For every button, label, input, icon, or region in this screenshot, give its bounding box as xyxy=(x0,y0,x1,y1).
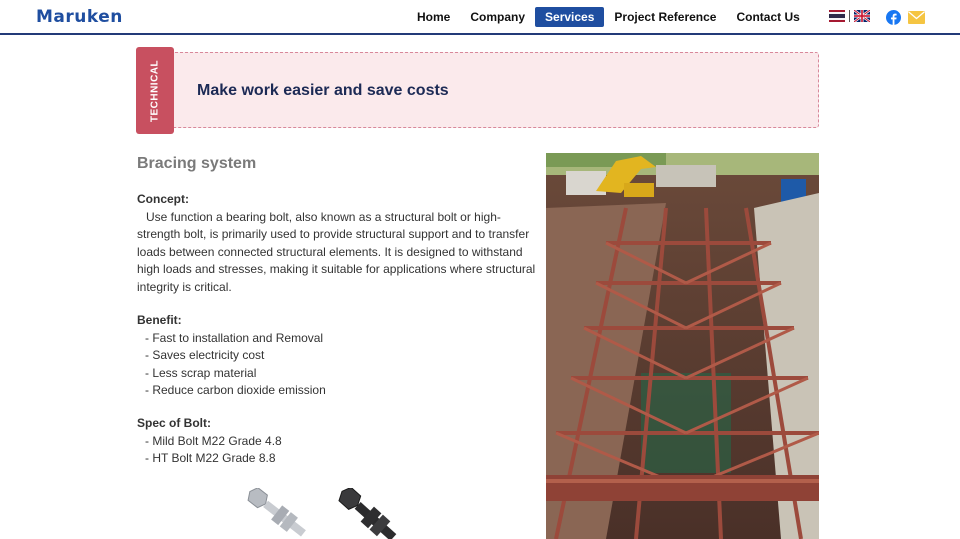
spec-item: - HT Bolt M22 Grade 8.8 xyxy=(145,451,276,465)
facebook-icon[interactable] xyxy=(886,10,901,25)
benefit-block: Benefit: - Fast to installation and Remo… xyxy=(137,312,537,400)
spec-heading: Spec of Bolt: xyxy=(137,416,211,430)
technical-tab-label: TECHNICAL xyxy=(149,59,161,122)
concept-block: Concept: Use function a bearing bolt, al… xyxy=(137,191,537,296)
nav-menu: Home Company Services Project Reference … xyxy=(407,7,810,27)
concept-text: Use function a bearing bolt, also known … xyxy=(137,209,536,294)
thai-flag-icon[interactable] xyxy=(829,10,845,22)
language-separator xyxy=(849,10,850,22)
spec-block: Spec of Bolt: - Mild Bolt M22 Grade 4.8 … xyxy=(137,415,537,468)
uk-flag-icon[interactable] xyxy=(854,10,870,22)
bracing-system-photo xyxy=(546,153,819,539)
benefit-item: - Fast to installation and Removal xyxy=(145,330,324,345)
banner-title: Make work easier and save costs xyxy=(197,82,449,99)
nav-project-reference[interactable]: Project Reference xyxy=(604,7,726,27)
benefit-heading: Benefit: xyxy=(137,313,182,327)
spec-item: - Mild Bolt M22 Grade 4.8 xyxy=(145,433,282,448)
maruken-logo[interactable]: Maruken xyxy=(36,7,123,27)
nav-services[interactable]: Services xyxy=(535,7,605,27)
nav-contact-us[interactable]: Contact Us xyxy=(726,7,809,27)
concept-heading: Concept: xyxy=(137,192,189,206)
benefit-item: - Reduce carbon dioxide emission xyxy=(145,383,326,397)
nav-home[interactable]: Home xyxy=(407,7,460,27)
mail-icon[interactable] xyxy=(908,11,925,24)
bolts-image xyxy=(247,488,397,539)
benefit-item: - Less scrap material xyxy=(145,365,257,380)
benefit-item: - Saves electricity cost xyxy=(145,348,265,362)
top-navigation-bar: Maruken Home Company Services Project Re… xyxy=(0,0,960,35)
section-title: Bracing system xyxy=(137,155,257,172)
technical-tab: TECHNICAL xyxy=(136,47,174,134)
nav-company[interactable]: Company xyxy=(460,7,535,27)
language-switcher xyxy=(829,10,870,22)
